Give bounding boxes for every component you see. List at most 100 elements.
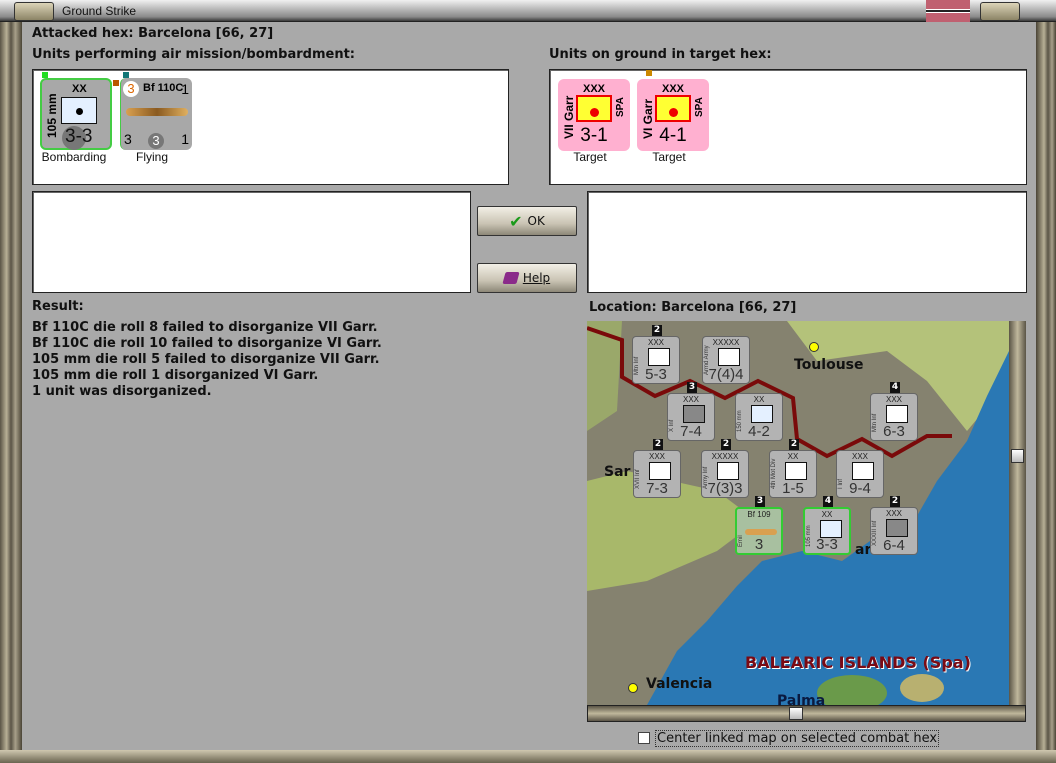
window-frame-bottom (0, 750, 1056, 763)
unit-strength: 3-1 (580, 125, 608, 146)
map-horizontal-scrollbar[interactable] (587, 705, 1026, 722)
stack-count-badge: 2 (890, 496, 900, 507)
unit-size: XXX (885, 509, 902, 518)
stack-count-badge: 3 (755, 496, 765, 507)
unit-symbol-icon (852, 462, 874, 480)
unit-counter-vii-garr[interactable]: VII Garr XXX SPA 3-1 (558, 79, 630, 151)
unit-strength: 5-3 (645, 366, 667, 383)
result-line: Bf 110C die roll 10 failed to disorganiz… (32, 336, 382, 351)
unit-attack: 3 (124, 131, 132, 147)
stack-count-badge: 4 (823, 496, 833, 507)
city-icon (628, 683, 638, 693)
scroll-thumb[interactable] (1011, 449, 1024, 463)
stack-count-badge: 2 (653, 439, 663, 450)
unit-strength: 3-3 (816, 536, 838, 553)
unit-size: XX (821, 510, 833, 519)
unit-range: 1 (181, 81, 189, 97)
window-title: Ground Strike (62, 4, 137, 18)
unit-nation: SPA (694, 97, 705, 117)
unit-nation: SPA (615, 97, 626, 117)
checkmark-icon: ✔ (509, 211, 523, 231)
unit-size: XXX (662, 83, 685, 95)
unit-status: Flying (135, 150, 168, 164)
close-button[interactable] (980, 2, 1020, 21)
unit-strength: 6-3 (883, 423, 905, 440)
unit-strength: 7(4)4 (708, 366, 744, 383)
unit-size: Bf 109 (747, 510, 771, 519)
attacked-hex-label: Attacked hex: Barcelona [66, 27] (32, 26, 274, 41)
map-label-toulouse: Toulouse (794, 357, 864, 373)
unit-size: XXX (851, 452, 868, 461)
aircraft-icon (745, 529, 777, 535)
unit-symbol-icon (648, 348, 670, 366)
unit-counter-105mm[interactable]: 105 mm XX 3-3 (40, 78, 112, 150)
left-info-box (32, 191, 471, 293)
unit-strength: 7-4 (680, 423, 702, 440)
scroll-thumb[interactable] (789, 707, 803, 720)
window-frame-right (1036, 22, 1056, 763)
unit-symbol-icon (886, 519, 908, 537)
unit-strength: 1-5 (782, 480, 804, 497)
map-unit-counter[interactable]: XX 105 mm 3-3 (803, 507, 851, 555)
status-dot (113, 80, 119, 86)
map-label-palma: Palma (777, 693, 826, 705)
map-unit-counter[interactable]: XXX XXXIII Inf 6-4 (870, 507, 918, 555)
center-map-label[interactable]: Center linked map on selected combat hex (655, 730, 940, 747)
result-line: Bf 110C die roll 8 failed to disorganize… (32, 320, 378, 335)
unit-defense: 3 (148, 133, 164, 149)
unit-size: XXX (682, 395, 699, 404)
stack-count-badge: 4 (890, 382, 900, 393)
unit-badge: 3 (123, 81, 139, 97)
unit-size: XXX (583, 83, 606, 95)
unit-name: Bf 110C (143, 82, 184, 94)
help-button[interactable]: Help (477, 263, 577, 293)
status-dot (646, 70, 652, 76)
unit-counter-vi-garr[interactable]: VI Garr XXX SPA 4-1 (637, 79, 709, 151)
minimize-button[interactable] (14, 2, 54, 21)
result-line: 105 mm die roll 1 disorganized VI Garr. (32, 368, 319, 383)
garrison-symbol-icon (576, 95, 612, 122)
unit-strength: 7-3 (646, 480, 668, 497)
stack-count-badge: 2 (721, 439, 731, 450)
garrison-symbol-icon (655, 95, 691, 122)
unit-symbol-icon (751, 405, 773, 423)
unit-symbol-icon (785, 462, 807, 480)
center-map-checkbox[interactable] (638, 732, 650, 744)
map-vertical-scrollbar[interactable] (1009, 321, 1026, 705)
window-frame-left (0, 22, 22, 763)
map-unit-counter[interactable]: XXX XVII Inf 7-3 (633, 450, 681, 498)
unit-status: Target (652, 150, 686, 164)
unit-size: XXX (885, 395, 902, 404)
location-label: Location: Barcelona [66, 27] (589, 300, 797, 315)
unit-strength: 6-4 (883, 537, 905, 554)
unit-symbol-icon (649, 462, 671, 480)
right-info-box (587, 191, 1027, 293)
unit-strength: 3 (754, 536, 764, 553)
artillery-symbol-icon (61, 97, 97, 124)
map-unit-counter[interactable]: XXX Mtn Inf 6-3 (870, 393, 918, 441)
unit-strength: 9-4 (849, 480, 871, 497)
map-unit-counter[interactable]: XXX I Inf 9-4 (836, 450, 884, 498)
map-view[interactable]: Toulouse Sar ar Valencia Palma BALEARIC … (587, 321, 1009, 705)
unit-counter-bf110c[interactable]: 3 Bf 110C 1 3 3 1 (120, 78, 192, 150)
map-unit-counter[interactable]: XXXXX Army Inf 7(3)3 (701, 450, 749, 498)
help-label: Help (522, 271, 551, 285)
result-heading: Result: (32, 299, 84, 314)
unit-name: 105 mm (45, 93, 59, 138)
map-unit-counter[interactable]: XX 4th Mot Div 1-5 (769, 450, 817, 498)
map-unit-counter[interactable]: Bf 109 Emil 3 (735, 507, 783, 555)
map-label-region: BALEARIC ISLANDS (Spa) (745, 653, 971, 672)
unit-size: XXXXX (711, 452, 739, 461)
stack-count-badge: 2 (652, 325, 662, 336)
map-unit-counter[interactable]: XXX X Inf 7-4 (667, 393, 715, 441)
title-bar: Ground Strike (0, 0, 1056, 22)
unit-strength: 4-2 (748, 423, 770, 440)
unit-strength: 7(3)3 (707, 480, 743, 497)
map-unit-counter[interactable]: XX 150 mm 4-2 (735, 393, 783, 441)
ok-button[interactable]: ✔ OK (477, 206, 577, 236)
unit-status: Target (573, 150, 607, 164)
stack-count-badge: 3 (687, 382, 697, 393)
map-unit-counter[interactable]: XXXXX Armd Army 7(4)4 (702, 336, 750, 384)
unit-status: Bombarding (41, 150, 107, 164)
map-unit-counter[interactable]: XXX Mtn Inf 5-3 (632, 336, 680, 384)
